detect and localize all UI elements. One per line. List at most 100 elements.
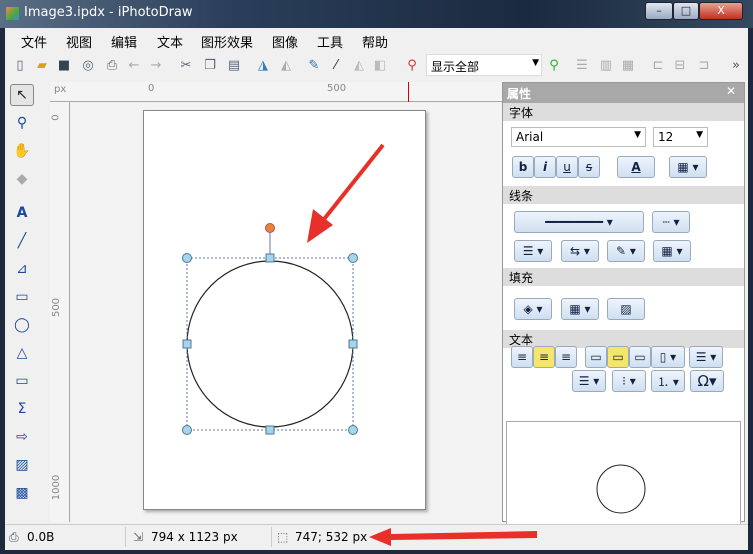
zoom-out-icon[interactable]: ⚲ — [403, 56, 421, 74]
font-name-select[interactable]: Arial ▼ — [511, 127, 646, 147]
valign-middle-button[interactable]: ▭ — [607, 346, 629, 368]
rectangle-tool-icon[interactable]: ▭ — [10, 286, 34, 308]
underline-button[interactable]: u — [556, 156, 578, 178]
new-icon[interactable]: ▯ — [11, 56, 29, 74]
panel-title: 属性 — [507, 87, 532, 101]
fill-section-label: 填充 — [503, 268, 744, 286]
distribute-h-icon[interactable]: ☰ — [573, 56, 591, 74]
mosaic-tool-icon[interactable]: ▩ — [10, 482, 34, 504]
circle-shape[interactable] — [186, 260, 354, 428]
rotate-handle[interactable] — [265, 223, 275, 233]
menu-edit[interactable]: 编辑 — [111, 32, 137, 51]
page-dimensions: 794 x 1123 px — [151, 530, 238, 544]
symbol-select[interactable]: Ω ▾ — [690, 370, 724, 392]
ellipse-tool-icon[interactable]: ◯ — [10, 314, 34, 336]
drawing-layer — [182, 143, 385, 435]
brush-icon[interactable]: ⁄ — [327, 56, 345, 74]
maximize-button[interactable]: □ — [673, 2, 699, 20]
pointer-tool-icon[interactable]: ↖ — [10, 84, 34, 106]
close-button[interactable]: X — [699, 2, 743, 20]
text-border-button[interactable]: ▦ ▾ — [669, 156, 707, 178]
menu-tools[interactable]: 工具 — [317, 32, 343, 51]
horizontal-ruler: px 0 500 — [50, 82, 502, 102]
paste-icon[interactable]: ▤ — [225, 56, 243, 74]
zoom-in-icon[interactable]: ⚲ — [545, 56, 563, 74]
save-icon[interactable]: ■ — [55, 56, 73, 74]
arrow-style-select[interactable]: ⇆ ▾ — [561, 240, 599, 262]
line-color-select[interactable]: ✎ ▾ — [607, 240, 645, 262]
menu-text[interactable]: 文本 — [157, 32, 183, 51]
rotate-right-icon[interactable]: ◭ — [277, 56, 295, 74]
zoom-select[interactable]: 显示全部 ▼ — [426, 54, 542, 76]
print-icon[interactable]: ⎙ — [103, 56, 121, 74]
menu-view[interactable]: 视图 — [66, 32, 92, 51]
disc-icon[interactable]: ◎ — [79, 56, 97, 74]
arrow-shape-tool-icon[interactable]: ⇨ — [10, 426, 34, 448]
hand-tool-icon[interactable]: ✋ — [10, 140, 34, 162]
menu-file[interactable]: 文件 — [21, 32, 47, 51]
redo-icon[interactable]: → — [147, 56, 165, 74]
align-right-icon[interactable]: ⊐ — [695, 56, 713, 74]
valign-top-button[interactable]: ▭ — [585, 346, 607, 368]
fill-image-button[interactable]: ▨ — [607, 298, 645, 320]
flip-h-icon[interactable]: ◭ — [350, 56, 368, 74]
numbered-list-select[interactable]: ⒈ ▾ — [651, 370, 685, 392]
rotate-left-icon[interactable]: ◮ — [254, 56, 272, 74]
group-icon[interactable]: ▦ — [619, 56, 637, 74]
valign-bottom-button[interactable]: ▭ — [629, 346, 651, 368]
dash-style-select[interactable]: ┄ ▾ — [652, 211, 690, 233]
window-title: Image3.ipdx - iPhotoDraw — [24, 5, 193, 20]
menu-help[interactable]: 帮助 — [362, 32, 388, 51]
cursor-marker — [408, 82, 409, 102]
ruler-tick: 0 — [50, 114, 62, 121]
menu-image[interactable]: 图像 — [272, 32, 298, 51]
panel-close-icon[interactable]: ✕ — [726, 84, 736, 98]
triangle-tool-icon[interactable]: △ — [10, 342, 34, 364]
edit-icon[interactable]: ✎ — [305, 56, 323, 74]
line-style-select[interactable]: ━━━━━━━━ ▾ — [514, 211, 644, 233]
bullet-list-select[interactable]: ⁝ ▾ — [612, 370, 646, 392]
toolbar-overflow[interactable]: » — [727, 56, 745, 74]
flip-v-icon[interactable]: ◧ — [371, 56, 389, 74]
undo-icon[interactable]: ← — [125, 56, 143, 74]
fill-color-select[interactable]: ◈ ▾ — [514, 298, 552, 320]
font-size-select[interactable]: 12 ▼ — [653, 127, 708, 147]
vertical-ruler: 0 500 1000 — [50, 102, 70, 522]
callout-tool-icon[interactable]: ▭ — [10, 370, 34, 392]
strikethrough-button[interactable]: s — [578, 156, 600, 178]
align-left-icon[interactable]: ⊏ — [649, 56, 667, 74]
line-pattern-select[interactable]: ▦ ▾ — [653, 240, 691, 262]
line-width-select[interactable]: ☰ ▾ — [514, 240, 552, 262]
page-size-icon: ⇲ — [133, 530, 144, 544]
fill-pattern-select[interactable]: ▦ ▾ — [561, 298, 599, 320]
open-icon[interactable]: ▰ — [33, 56, 51, 74]
formula-tool-icon[interactable]: Σ — [10, 398, 34, 420]
line-tool-icon[interactable]: ╱ — [10, 230, 34, 252]
line-spacing-select[interactable]: ☰ ▾ — [689, 346, 723, 368]
italic-button[interactable]: i — [534, 156, 556, 178]
minimize-button[interactable]: – — [645, 2, 673, 20]
copy-icon[interactable]: ❐ — [201, 56, 219, 74]
text-tool-icon[interactable]: A — [10, 202, 34, 224]
bold-button[interactable]: b — [512, 156, 534, 178]
image-tool-icon[interactable]: ▨ — [10, 454, 34, 476]
tool-palette: ↖ ⚲ ✋ ◆ A ╱ ⊿ ▭ ◯ △ ▭ Σ ⇨ ▨ ▩ — [8, 82, 38, 512]
align-left-button[interactable]: ≡ — [511, 346, 533, 368]
font-color-button[interactable]: A — [617, 156, 655, 178]
canvas-area[interactable] — [71, 103, 502, 523]
fill-tool-icon[interactable]: ◆ — [10, 168, 34, 190]
align-center-button[interactable]: ≡ — [533, 346, 555, 368]
menu-effects[interactable]: 图形效果 — [201, 32, 253, 51]
distribute-v-icon[interactable]: ▥ — [597, 56, 615, 74]
indent-select[interactable]: ☰ ▾ — [572, 370, 606, 392]
zoom-tool-icon[interactable]: ⚲ — [10, 112, 34, 134]
text-margin-select[interactable]: ▯ ▾ — [651, 346, 685, 368]
resize-handles[interactable] — [182, 253, 358, 435]
align-center-icon[interactable]: ⊟ — [671, 56, 689, 74]
cut-icon[interactable]: ✂ — [177, 56, 195, 74]
polyline-tool-icon[interactable]: ⊿ — [10, 258, 34, 280]
align-right-button[interactable]: ≡ — [555, 346, 577, 368]
font-name-value: Arial — [516, 130, 544, 144]
ruler-tick: 500 — [327, 83, 347, 94]
ruler-unit: px — [54, 84, 67, 95]
